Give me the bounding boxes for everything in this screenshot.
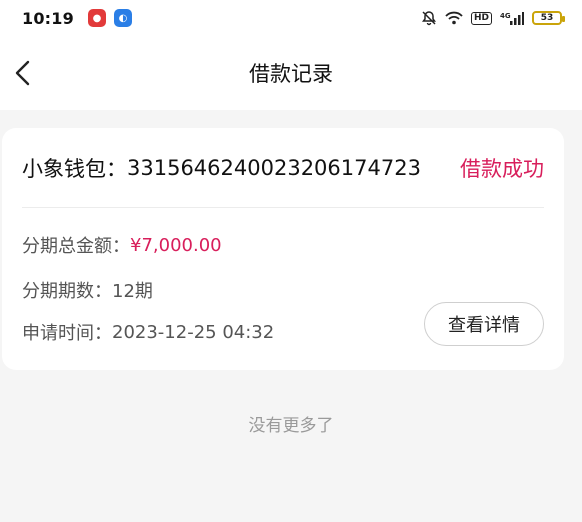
total-amount-value: ¥7,000.00 (130, 234, 222, 256)
total-amount-label: 分期总金额： (22, 236, 130, 257)
apply-time-label: 申请时间： (22, 323, 112, 344)
no-more-text: 没有更多了 (248, 416, 334, 436)
periods-row: 分期期数： 12期 (22, 277, 153, 303)
status-badge: 借款成功 (460, 157, 544, 181)
loan-record-card: 小象钱包： 3315646240023206174723 借款成功 分期总金额：… (2, 128, 564, 370)
svg-text:4G: 4G (500, 12, 511, 20)
divider (22, 207, 544, 208)
periods-label: 分期期数： (22, 281, 112, 302)
status-bar: 10:19 ● ◐ HD 4G 53 (0, 0, 582, 36)
wallet-label: 小象钱包： (22, 157, 127, 181)
battery-icon: 53 (532, 11, 565, 25)
battery-level: 53 (540, 13, 554, 23)
wallet-id: 3315646240023206174723 (127, 156, 421, 180)
app-notification-icon: ● (87, 9, 106, 27)
wallet-row: 小象钱包： 3315646240023206174723 借款成功 (22, 152, 544, 184)
mute-bell-icon (421, 10, 437, 26)
status-icons: HD 4G 53 (421, 10, 565, 26)
total-amount-row: 分期总金额： ¥7,000.00 (22, 232, 222, 258)
wifi-icon (445, 11, 463, 25)
status-time: 10:19 (22, 8, 74, 28)
nav-bar: 借款记录 (0, 36, 582, 110)
notification-icons: ● ◐ (87, 9, 132, 27)
view-details-button[interactable]: 查看详情 (424, 302, 544, 346)
app-notification-icon: ◐ (113, 9, 132, 27)
signal-icon: 4G (500, 11, 524, 25)
page-title: 借款记录 (249, 62, 333, 86)
periods-value: 12期 (112, 281, 153, 302)
apply-time-value: 2023-12-25 04:32 (112, 321, 275, 343)
apply-time-row: 申请时间： 2023-12-25 04:32 (22, 319, 274, 345)
hd-icon: HD (470, 11, 492, 25)
